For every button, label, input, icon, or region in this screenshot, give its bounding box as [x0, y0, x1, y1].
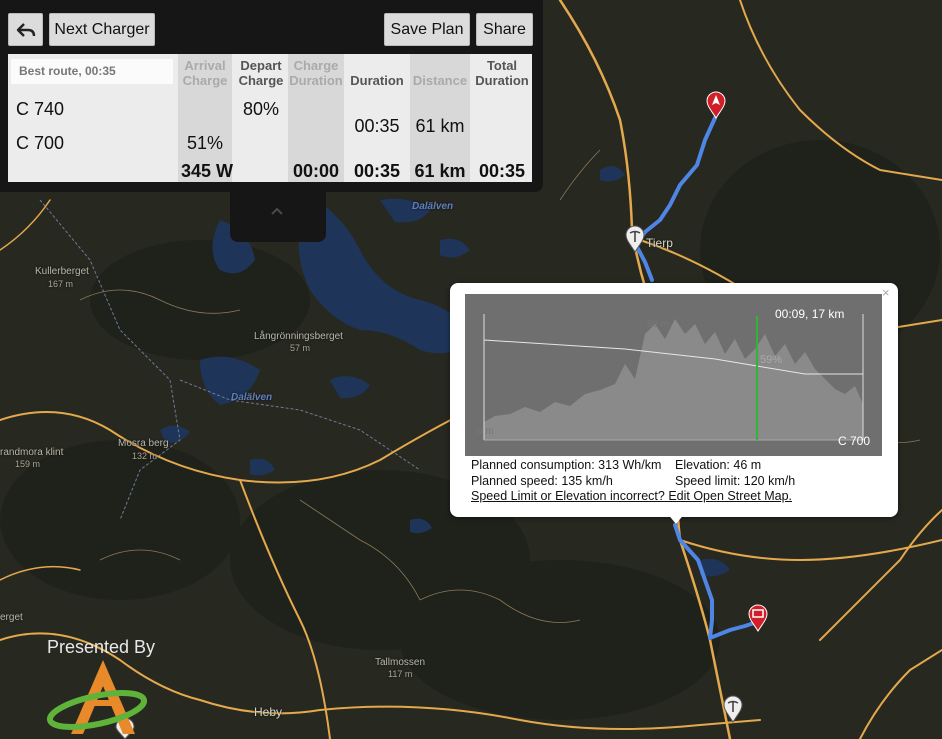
presented-by-label: Presented By [47, 637, 156, 657]
map-label-dalalven: Dalälven [231, 392, 273, 403]
start-marker-icon[interactable] [706, 91, 726, 119]
sponsor-logo [46, 660, 148, 734]
header-total-duration: Total Duration [475, 58, 529, 88]
share-button[interactable]: Share [476, 13, 533, 46]
elevation-value: Elevation: 46 m [675, 458, 762, 472]
header-duration: Duration [350, 73, 404, 88]
route-summary-table: Best route, 00:35 C 740 C 700 Arrival Ch… [8, 54, 532, 182]
map-label-heby: Heby [254, 705, 283, 719]
total-total-duration-value: 00:35 [478, 161, 526, 181]
map-label-elevation: 167 m [48, 279, 74, 289]
map-label-grandmora-klint: randmora klint [0, 447, 64, 458]
depart-charge-value: 80% [242, 99, 280, 119]
stop-end[interactable]: C 700 [16, 133, 64, 154]
map-label-elevation: 117 m [388, 669, 413, 679]
map-label-langronningsberget: Långrönningsberget [254, 331, 343, 342]
arrival-charge-value: 51% [186, 133, 224, 153]
map-label-erget: erget [0, 612, 23, 623]
back-arrow-icon [16, 23, 35, 37]
col-charge-duration: Charge Duration 00:00 [288, 54, 344, 182]
charger-marker-icon[interactable] [722, 695, 744, 723]
profile-elev-low-label: 0 m [477, 426, 494, 437]
destination-marker-icon[interactable] [748, 604, 768, 632]
col-arrival-charge: Arrival Charge 51% 345 Wh/km [178, 54, 275, 182]
map-label-mosra-berg: Mosra berg [118, 438, 169, 449]
leg-duration-value: 00:35 [354, 116, 400, 136]
planned-speed: Planned speed: 135 km/h [471, 474, 613, 488]
route-plan-panel: Next Charger Save Plan Share Best route,… [0, 0, 543, 192]
header-arrival-charge: Arrival Charge [182, 58, 228, 88]
col-duration: Duration 00:35 00:35 [346, 54, 408, 182]
map-label-tallmossen: Tallmossen [375, 657, 426, 668]
leg-distance-value: 61 km [415, 116, 465, 136]
col-distance: Distance 61 km 61 km [410, 54, 470, 182]
close-icon[interactable]: × [882, 285, 890, 300]
next-charger-button[interactable]: Next Charger [49, 13, 155, 46]
profile-soc-label: 59% [760, 354, 782, 366]
total-distance-value: 61 km [414, 161, 466, 181]
charger-marker-icon[interactable] [624, 225, 646, 253]
header-depart-charge: Depart Charge [238, 58, 284, 88]
profile-elev-high-label: 80 m [647, 319, 669, 330]
header-distance: Distance [412, 73, 468, 88]
profile-time-label: 00:09, 17 km [775, 307, 844, 321]
planned-consumption: Planned consumption: 313 Wh/km [471, 458, 662, 472]
map-label-elevation: 57 m [290, 343, 311, 353]
total-charge-duration: 00:00 [292, 161, 340, 181]
map-label-kullerberget: Kullerberget [35, 266, 89, 277]
map-label-dalalven: Dalälven [412, 201, 454, 212]
col-total-duration: Total Duration 00:35 [472, 54, 532, 182]
map-label-elevation: 159 m [15, 459, 41, 469]
save-plan-button[interactable]: Save Plan [384, 13, 470, 46]
map-label-elevation: 132 m [132, 451, 158, 461]
route-info-popup: × 00:09, 17 km 59% 80 m 0 m C 700 Planne… [450, 283, 898, 517]
edit-open-street-map-link[interactable]: Speed Limit or Elevation incorrect? Edit… [471, 489, 792, 503]
chevron-up-icon [271, 207, 283, 215]
speed-limit: Speed limit: 120 km/h [675, 474, 796, 488]
header-charge-duration: Charge Duration [289, 58, 343, 88]
elevation-profile-chart[interactable]: 00:09, 17 km 59% 80 m 0 m C 700 [465, 294, 882, 456]
popup-pointer [667, 513, 685, 524]
back-button[interactable] [8, 13, 43, 46]
collapse-panel-tab[interactable] [230, 190, 326, 242]
map-label-tierp: Tierp [646, 236, 673, 250]
best-route-label: Best route, 00:35 [11, 59, 173, 84]
total-duration-value: 00:35 [353, 161, 401, 181]
profile-car-label: C 700 [838, 434, 870, 448]
stop-start[interactable]: C 740 [16, 99, 64, 120]
col-depart-charge: Depart Charge 80% [234, 54, 288, 182]
